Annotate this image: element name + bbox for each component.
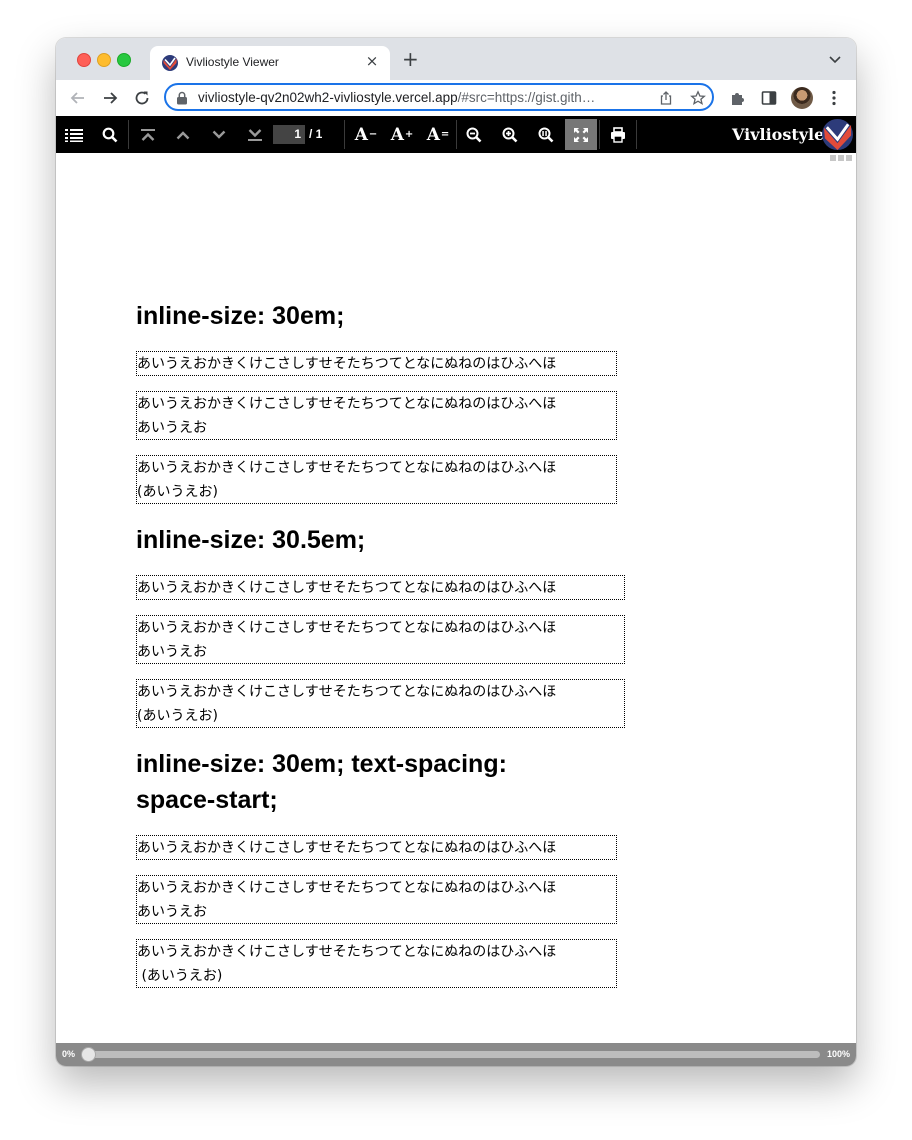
text-box: あいうえおかきくけこさしすせそたちつてとなにぬねのはひふへほ <box>136 575 625 600</box>
viewer-toolbar: 1 / 1 A − A + A = Vivliostyle <box>56 116 856 153</box>
new-tab-button[interactable]: + <box>402 49 419 69</box>
search-button[interactable] <box>94 116 126 153</box>
zoom-in-button[interactable] <box>494 116 526 153</box>
brand-name: Vivliostyle <box>732 125 825 144</box>
back-arrow-icon[interactable] <box>68 88 88 108</box>
chevron-down-icon <box>212 130 226 139</box>
zoom-out-button[interactable] <box>458 116 490 153</box>
section-heading-continued: space-start; <box>136 786 278 814</box>
more-horizontal-icon[interactable] <box>830 155 852 161</box>
expand-arrows-icon <box>574 127 588 142</box>
toolbar-separator <box>636 120 637 149</box>
bookmark-star-icon[interactable] <box>690 90 706 106</box>
table-of-contents-button[interactable] <box>58 116 90 153</box>
vivliostyle-logo-icon <box>822 119 853 150</box>
profile-avatar[interactable] <box>791 87 813 109</box>
url-text: vivliostyle-qv2n02wh2-vivliostyle.vercel… <box>198 90 596 105</box>
text-box: あいうえおかきくけこさしすせそたちつてとなにぬねのはひふへほ (あいうえお) <box>136 679 625 728</box>
page-progress-bar: 0% 100% <box>56 1043 856 1066</box>
font-size-increase-button[interactable]: A + <box>386 116 418 153</box>
section-heading: inline-size: 30em; <box>136 302 345 330</box>
toolbar-separator <box>599 120 600 149</box>
list-icon <box>65 128 83 142</box>
text-box: あいうえおかきくけこさしすせそたちつてとなにぬねのはひふへほ あいうえお <box>136 391 617 440</box>
more-vertical-icon[interactable] <box>825 89 843 107</box>
last-page-button[interactable] <box>239 116 271 153</box>
first-page-icon <box>141 128 155 141</box>
next-page-button[interactable] <box>203 116 235 153</box>
browser-toolbar: vivliostyle-qv2n02wh2-vivliostyle.vercel… <box>56 80 856 116</box>
toolbar-separator <box>128 120 129 149</box>
text-box: あいうえおかきくけこさしすせそたちつてとなにぬねのはひふへほ (あいうえお) <box>136 939 617 988</box>
text-box: あいうえおかきくけこさしすせそたちつてとなにぬねのはひふへほ あいうえお <box>136 615 625 664</box>
side-panel-icon[interactable] <box>760 89 778 107</box>
print-button[interactable] <box>602 116 634 153</box>
share-icon[interactable] <box>658 90 674 106</box>
actual-size-button[interactable] <box>530 116 562 153</box>
address-bar[interactable]: vivliostyle-qv2n02wh2-vivliostyle.vercel… <box>164 83 714 111</box>
text-box: あいうえおかきくけこさしすせそたちつてとなにぬねのはひふへほ <box>136 351 617 376</box>
toolbar-separator <box>344 120 345 149</box>
forward-arrow-icon[interactable] <box>100 88 120 108</box>
browser-window: Vivliostyle Viewer × + vivliostyle-qv2n0… <box>56 38 856 1066</box>
close-window-button[interactable] <box>77 53 91 67</box>
chevron-up-icon <box>176 130 190 139</box>
section-heading: inline-size: 30.5em; <box>136 526 366 554</box>
reload-icon[interactable] <box>132 88 152 108</box>
tab-title: Vivliostyle Viewer <box>186 55 279 69</box>
lock-icon[interactable] <box>176 91 188 105</box>
progress-slider-thumb[interactable] <box>81 1047 96 1062</box>
chevron-down-icon[interactable] <box>828 54 842 64</box>
zoom-window-button[interactable] <box>117 53 131 67</box>
tab-strip: Vivliostyle Viewer × + <box>56 38 856 80</box>
last-page-icon <box>248 128 262 141</box>
text-box: あいうえおかきくけこさしすせそたちつてとなにぬねのはひふへほ (あいうえお) <box>136 455 617 504</box>
toolbar-separator <box>456 120 457 149</box>
zoom-in-icon <box>502 127 518 142</box>
extensions-puzzle-icon[interactable] <box>729 89 747 107</box>
zoom-actual-size-icon <box>538 127 554 142</box>
first-page-button[interactable] <box>132 116 164 153</box>
vivliostyle-logo-icon <box>162 55 178 71</box>
text-box: あいうえおかきくけこさしすせそたちつてとなにぬねのはひふへほ あいうえお <box>136 875 617 924</box>
previous-page-button[interactable] <box>167 116 199 153</box>
printer-icon <box>611 126 625 143</box>
page-total: / 1 <box>309 127 323 141</box>
fit-to-screen-button[interactable] <box>565 119 597 150</box>
font-size-reset-button[interactable]: A = <box>422 116 454 153</box>
page-number-input[interactable]: 1 <box>273 125 305 144</box>
minimize-window-button[interactable] <box>97 53 111 67</box>
progress-end-label: 100% <box>826 1049 850 1059</box>
zoom-out-icon <box>466 127 482 142</box>
tab-close-icon[interactable]: × <box>364 53 380 69</box>
progress-start-label: 0% <box>62 1049 76 1059</box>
font-size-decrease-button[interactable]: A − <box>350 116 382 153</box>
text-box: あいうえおかきくけこさしすせそたちつてとなにぬねのはひふへほ <box>136 835 617 860</box>
viewer-content: inline-size: 30em; あいうえおかきくけこさしすせそたちつてとな… <box>56 153 856 1043</box>
section-heading: inline-size: 30em; text-spacing: <box>136 750 507 778</box>
search-icon <box>102 127 118 142</box>
progress-slider-track[interactable] <box>86 1051 820 1058</box>
tab-vivliostyle-viewer[interactable]: Vivliostyle Viewer × <box>150 46 390 80</box>
